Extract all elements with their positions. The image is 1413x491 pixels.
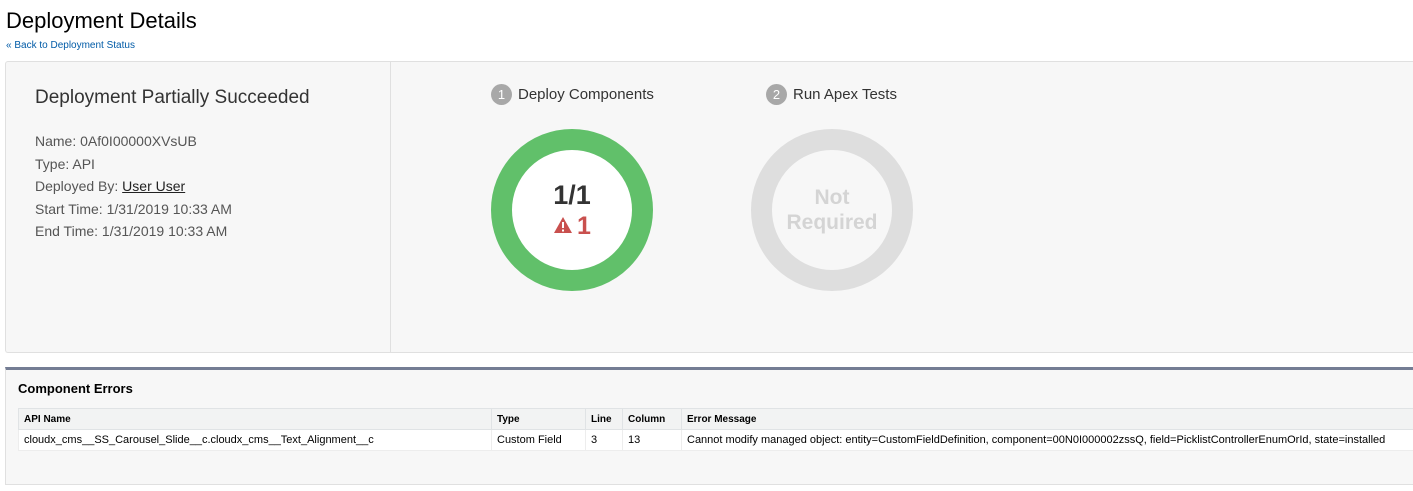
column-header-error-message[interactable]: Error Message [681,408,1413,430]
step-1-header: 1 Deploy Components [491,84,654,105]
cell-column: 13 [622,429,682,451]
column-header-type[interactable]: Type [491,408,586,430]
component-errors-title: Component Errors [18,381,133,396]
start-time-value: 1/31/2019 10:33 AM [106,200,232,217]
component-errors-table: API Name Type Line Column Error Message … [18,408,1413,451]
step-2-label: Run Apex Tests [793,86,897,103]
step-1-label: Deploy Components [518,86,654,103]
cell-error-message: Cannot modify managed object: entity=Cus… [681,429,1413,451]
warning-count-value: 1 [577,212,591,240]
page-title: Deployment Details [6,8,197,33]
component-errors-panel: Component Errors API Name Type Line Colu… [5,367,1413,485]
end-time-line: End Time: 1/31/2019 10:33 AM [35,220,232,243]
step-2-number-badge: 2 [766,84,787,105]
table-header-row: API Name Type Line Column Error Message [18,408,1413,430]
start-time-label: Start Time: [35,200,103,217]
apex-tests-status-line-2: Required [786,211,878,234]
cell-type: Custom Field [491,429,586,451]
table-row: cloudx_cms__SS_Carousel_Slide__c.cloudx_… [18,429,1413,451]
type-label: Type: [35,155,70,172]
start-time-line: Start Time: 1/31/2019 10:33 AM [35,198,232,221]
end-time-label: End Time: [35,223,99,240]
deployed-by-user-link[interactable]: User User [122,178,185,194]
name-line: Name: 0Af0I00000XVsUB [35,130,232,153]
warning-triangle-icon [553,212,577,240]
deployed-by-line: Deployed By: User User [35,175,232,198]
apex-tests-status-line-1: Not [814,186,850,209]
cell-line: 3 [585,429,623,451]
end-time-value: 1/31/2019 10:33 AM [101,223,228,240]
deployment-info-panel: Deployment Partially Succeeded Name: 0Af… [6,62,391,352]
step-2-header: 2 Run Apex Tests [766,84,897,105]
deployed-by-label: Deployed By: [35,178,119,195]
type-value: API [72,155,95,172]
apex-tests-ring: Not Required [751,129,913,291]
deploy-progress-ring: 1/1 1 [491,129,653,291]
deployment-status-heading: Deployment Partially Succeeded [35,87,310,108]
apex-tests-status: Not Required [786,185,877,235]
back-to-deployment-status-link[interactable]: « Back to Deployment Status [6,40,135,51]
warning-count: 1 [553,212,591,240]
name-label: Name: [35,133,77,149]
deploy-component-count: 1/1 [553,180,591,210]
type-line: Type: API [35,153,232,176]
cell-api-name: cloudx_cms__SS_Carousel_Slide__c.cloudx_… [18,429,492,451]
column-header-api-name[interactable]: API Name [18,408,492,430]
column-header-column[interactable]: Column [622,408,682,430]
name-value: 0Af0I00000XVsUB [80,133,197,149]
step-1-number-badge: 1 [491,84,512,105]
deployment-summary-panel: Deployment Partially Succeeded Name: 0Af… [5,61,1413,353]
column-header-line[interactable]: Line [585,408,623,430]
deployment-info-list: Name: 0Af0I00000XVsUB Type: API Deployed… [35,130,232,243]
